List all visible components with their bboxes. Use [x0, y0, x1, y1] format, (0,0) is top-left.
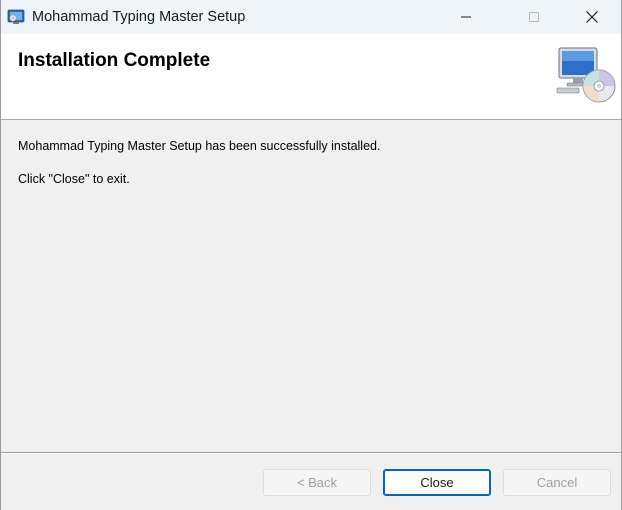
close-icon: [586, 11, 598, 23]
maximize-button: [511, 0, 557, 34]
title-bar[interactable]: Mohammad Typing Master Setup: [1, 0, 621, 34]
header-banner: Installation Complete: [1, 34, 621, 120]
setup-window: Mohammad Typing Master Setup Installatio…: [0, 0, 622, 510]
maximize-icon: [529, 12, 539, 22]
close-button[interactable]: Close: [383, 469, 491, 496]
computer-cd-icon: [556, 47, 616, 103]
exit-instruction: Click "Close" to exit.: [18, 172, 130, 186]
close-window-button[interactable]: [569, 0, 615, 34]
installer-app-icon: [7, 9, 25, 24]
success-message: Mohammad Typing Master Setup has been su…: [18, 139, 381, 153]
window-title: Mohammad Typing Master Setup: [32, 9, 246, 25]
page-title: Installation Complete: [18, 50, 211, 71]
footer-divider: [1, 452, 621, 454]
minimize-button[interactable]: [443, 0, 489, 34]
back-button: < Back: [263, 469, 371, 496]
cancel-button: Cancel: [503, 469, 611, 496]
minimize-icon: [461, 16, 471, 18]
